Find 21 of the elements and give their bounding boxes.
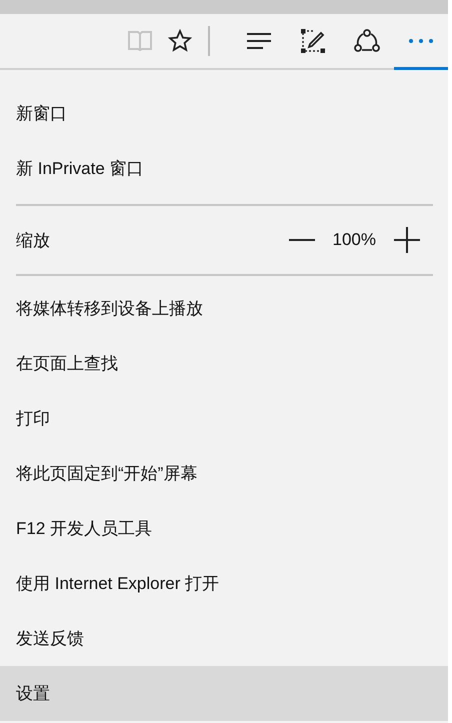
menu-item[interactable]: F12 开发人员工具 [0, 501, 448, 556]
star-icon [168, 28, 192, 52]
share-icon [354, 28, 380, 52]
zoom-label: 缩放 [16, 230, 51, 252]
pen-frame-icon [301, 28, 325, 52]
menu-item[interactable]: 在页面上查找 [0, 336, 448, 391]
menu-item[interactable]: 将媒体转移到设备上播放 [0, 281, 448, 336]
minus-icon [288, 239, 315, 241]
book-icon [127, 30, 153, 52]
zoom-value: 100% [332, 230, 376, 250]
menu-item[interactable]: 将此页固定到“开始”屏幕 [0, 446, 448, 501]
menu-item[interactable]: 新窗口 [0, 86, 448, 141]
menu-lines-icon [246, 32, 272, 50]
menu-item[interactable]: 设置 [0, 666, 448, 721]
plus-icon [394, 227, 420, 253]
menu-item[interactable]: 新 InPrivate 窗口 [0, 141, 448, 196]
zoom-in-button[interactable] [392, 225, 422, 255]
menu-item[interactable]: 发送反馈 [0, 611, 448, 666]
menu-item[interactable]: 使用 Internet Explorer 打开 [0, 556, 448, 611]
more-icon [409, 38, 433, 42]
menu-item[interactable]: 打印 [0, 391, 448, 446]
